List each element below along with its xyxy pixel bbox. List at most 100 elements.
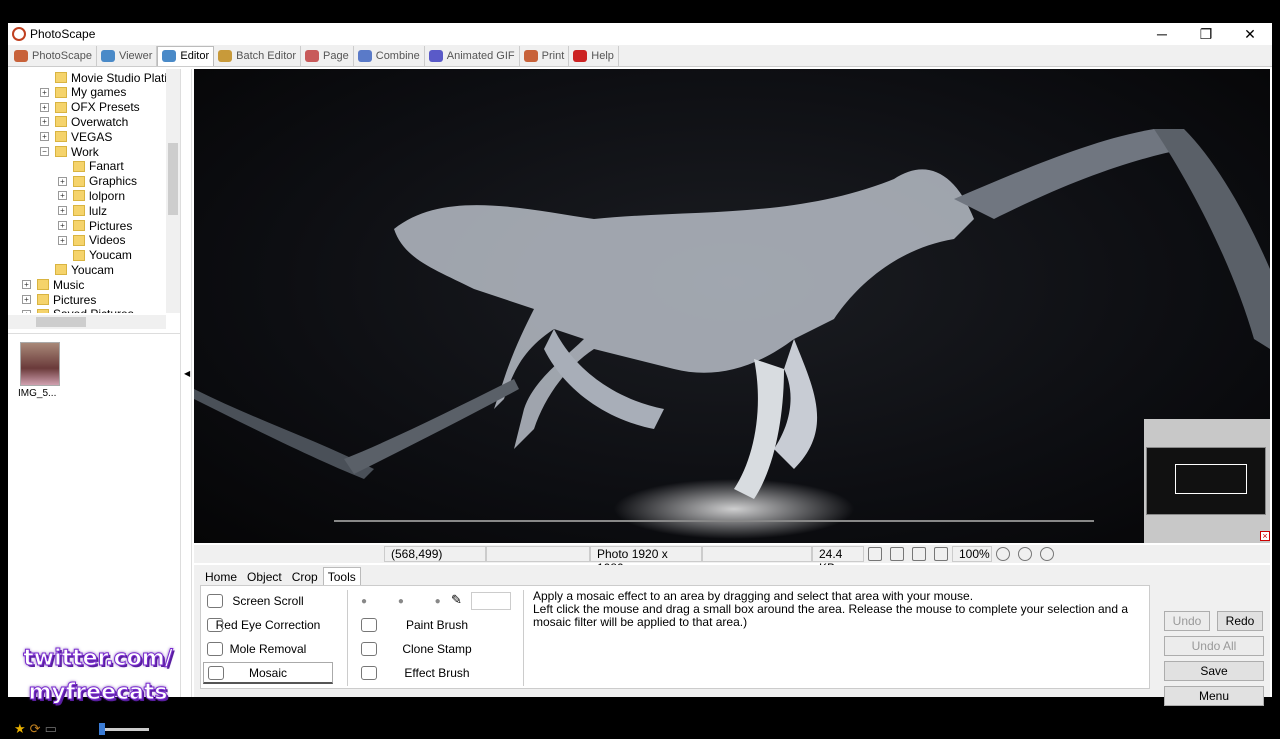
tree-horizontal-scrollbar[interactable]: [8, 315, 166, 329]
expander-icon[interactable]: +: [40, 117, 49, 127]
tree-item-label: lolporn: [89, 188, 126, 203]
tree-item[interactable]: Youcam: [40, 262, 114, 277]
expander-icon[interactable]: +: [22, 295, 31, 304]
navigator-preview[interactable]: [1146, 447, 1266, 515]
save-button[interactable]: Save: [1164, 661, 1264, 681]
editor-tab-home[interactable]: Home: [200, 567, 242, 587]
editor-tab-crop[interactable]: Crop: [287, 567, 323, 587]
tab-help[interactable]: Help: [569, 45, 619, 66]
eyedropper-icon[interactable]: ✎: [451, 592, 462, 608]
thumbnail-size-slider[interactable]: [98, 722, 149, 735]
tree-item[interactable]: + Pictures: [58, 218, 132, 233]
expander-icon[interactable]: +: [40, 87, 49, 97]
editor-tabs: Home Object Crop Tools: [200, 567, 361, 587]
tree-item-label: Overwatch: [71, 114, 129, 129]
tree-item[interactable]: + Graphics: [58, 174, 137, 189]
cursor-coordinates: (568,499): [384, 546, 486, 562]
undo-all-button[interactable]: Undo All: [1164, 636, 1264, 656]
panel-splitter[interactable]: ◀: [180, 69, 192, 697]
folder-icon: [73, 175, 85, 187]
tree-vertical-scrollbar[interactable]: [166, 69, 180, 313]
star-icon[interactable]: ★: [14, 721, 26, 737]
color-selector[interactable]: [471, 592, 511, 610]
image-canvas[interactable]: [194, 69, 1270, 543]
tool-effect-brush[interactable]: Effect Brush: [357, 662, 517, 684]
folder-view-icon[interactable]: ▭: [45, 721, 57, 737]
fit-to-window-icon[interactable]: [890, 547, 904, 561]
editor-tab-object[interactable]: Object: [242, 567, 287, 587]
tab-editor[interactable]: Editor: [157, 45, 215, 66]
tab-page[interactable]: Page: [301, 45, 354, 66]
tree-item[interactable]: + lulz: [58, 203, 107, 218]
tree-item[interactable]: + Overwatch: [40, 114, 128, 129]
tool-clone-stamp[interactable]: Clone Stamp: [357, 638, 517, 660]
close-button[interactable]: ✕: [1228, 23, 1272, 45]
transparency-icon[interactable]: [868, 547, 882, 561]
zoom-out-icon[interactable]: [1018, 547, 1032, 561]
tree-item[interactable]: + Videos: [58, 233, 125, 248]
folder-icon: [55, 146, 67, 157]
navigator-viewport[interactable]: [1175, 464, 1247, 494]
tool-mole-removal[interactable]: Mole Removal: [203, 638, 333, 660]
expander-icon[interactable]: +: [22, 309, 31, 313]
robot-arm: [1154, 129, 1270, 349]
expander-icon[interactable]: +: [40, 132, 49, 142]
back-arrow-icon[interactable]: ↶: [61, 721, 72, 737]
tree-item[interactable]: + My games: [40, 85, 126, 100]
tool-icon: [207, 618, 223, 632]
tab-viewer[interactable]: Viewer: [97, 45, 158, 66]
redo-button[interactable]: Redo: [1217, 611, 1263, 631]
expander-icon[interactable]: +: [58, 191, 67, 201]
tree-item[interactable]: + lolporn: [58, 188, 125, 203]
navigator-close-icon[interactable]: ×: [1260, 531, 1270, 541]
expander-icon[interactable]: +: [58, 221, 67, 230]
tool-paint-brush[interactable]: Paint Brush: [357, 614, 517, 636]
tab-label: Page: [323, 49, 349, 62]
tool-red-eye-correction[interactable]: Red Eye Correction: [203, 614, 333, 636]
expander-icon[interactable]: −: [40, 147, 49, 156]
info-icon[interactable]: [1040, 547, 1054, 561]
tree-item-label: Youcam: [71, 262, 114, 277]
window-title: PhotoScape: [30, 27, 96, 41]
tool-icon: [207, 642, 223, 656]
minimize-button[interactable]: ─: [1140, 23, 1184, 45]
editor-tab-tools[interactable]: Tools: [322, 567, 361, 587]
tree-item[interactable]: − Work: [40, 144, 99, 159]
collapse-arrow-icon[interactable]: ◀: [184, 369, 190, 378]
zoom-fit-icon[interactable]: [934, 547, 948, 561]
tab-print[interactable]: Print: [520, 45, 570, 66]
actual-size-icon[interactable]: [912, 547, 926, 561]
tree-item[interactable]: + Music: [22, 277, 84, 292]
expander-icon[interactable]: +: [58, 176, 67, 186]
tab-combine[interactable]: Combine: [354, 45, 425, 66]
expander-icon[interactable]: +: [58, 235, 67, 245]
tree-item[interactable]: Youcam: [58, 248, 132, 263]
tree-item[interactable]: Movie Studio Platin: [40, 70, 166, 85]
tree-item[interactable]: Fanart: [58, 159, 124, 174]
tab-batch-editor[interactable]: Batch Editor: [214, 45, 302, 66]
expander-icon[interactable]: +: [22, 280, 31, 290]
tool-mosaic[interactable]: Mosaic: [203, 662, 333, 684]
tree-item[interactable]: + OFX Presets: [40, 100, 140, 115]
zoom-in-icon[interactable]: [996, 547, 1010, 561]
tab-animated-gif[interactable]: Animated GIF: [425, 45, 520, 66]
image-thumbnail[interactable]: [20, 342, 60, 386]
navigator-panel[interactable]: [1144, 419, 1270, 543]
folder-icon: [73, 234, 85, 246]
tree-item[interactable]: + Pictures: [22, 292, 96, 307]
refresh-icon[interactable]: ⟳: [30, 721, 41, 737]
tree-item[interactable]: + Saved Pictures: [22, 307, 134, 313]
tab-photoscape[interactable]: PhotoScape: [10, 45, 97, 66]
menu-button[interactable]: Menu: [1164, 686, 1264, 706]
floor-light: [614, 479, 854, 539]
forward-arrow-icon[interactable]: ↷: [76, 721, 87, 737]
undo-button[interactable]: Undo: [1164, 611, 1210, 631]
scrollbar-thumb[interactable]: [168, 143, 178, 215]
restore-button[interactable]: ❐: [1184, 23, 1228, 45]
scrollbar-thumb[interactable]: [36, 317, 86, 327]
expander-icon[interactable]: +: [40, 102, 49, 112]
tool-screen-scroll[interactable]: Screen Scroll: [203, 590, 333, 612]
expander-icon[interactable]: +: [58, 206, 67, 216]
title-bar: PhotoScape ─ ❐ ✕: [8, 23, 1272, 45]
tree-item[interactable]: + VEGAS: [40, 129, 112, 144]
